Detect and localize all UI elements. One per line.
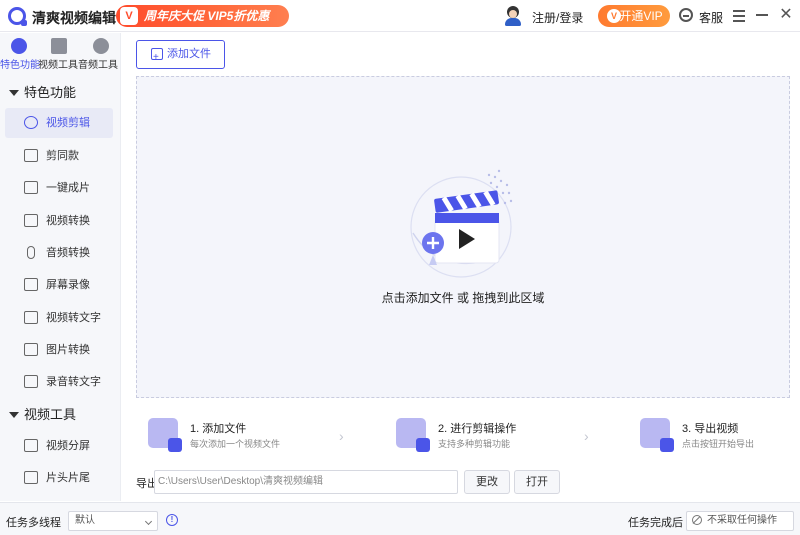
- sidebar-item-audio-convert[interactable]: 音频转换: [5, 238, 113, 268]
- sidebar-item-label: 屏幕录像: [46, 279, 90, 291]
- tab-featured[interactable]: 特色功能: [0, 33, 40, 73]
- login-link[interactable]: 注册/登录: [532, 9, 583, 26]
- chevron-down-icon: [144, 517, 153, 526]
- video-convert-icon: [24, 214, 38, 227]
- sidebar-item-video-convert[interactable]: 视频转换: [5, 206, 113, 236]
- sidebar-item-video-to-text[interactable]: 视频转文字: [5, 303, 113, 333]
- screen-record-icon: [24, 278, 38, 291]
- tab-audio-tools-label: 音频工具: [78, 60, 118, 71]
- app-logo-icon: [8, 7, 27, 26]
- export-step-icon: [640, 418, 674, 452]
- sidebar-item-label: 图片转换: [46, 344, 90, 356]
- sidebar-item-screen-record[interactable]: 屏幕录像: [5, 270, 113, 300]
- sidebar-item-split-screen[interactable]: 视频分屏: [5, 431, 113, 461]
- open-dir-button[interactable]: 打开: [514, 470, 560, 494]
- export-row: 导出目录 C:\Users\User\Desktop\清爽视频编辑 更改 打开: [136, 470, 790, 494]
- step-desc: 支持多种剪辑功能: [438, 439, 511, 449]
- after-task-label: 任务完成后: [628, 517, 683, 529]
- split-screen-icon: [24, 439, 38, 452]
- music-icon: [93, 38, 109, 54]
- sidebar-item-template[interactable]: 剪同款: [5, 141, 113, 171]
- step-desc: 每次添加一个视频文件: [190, 439, 281, 449]
- minimize-icon[interactable]: [751, 4, 773, 26]
- section-featured-title: 特色功能: [24, 85, 77, 100]
- intro-outro-icon: [24, 471, 38, 484]
- title-bar: 清爽视频编辑 V 周年庆大促 VIP5折优惠 注册/登录 V 开通VIP 客服 …: [0, 0, 800, 32]
- edit-step-icon: [396, 418, 430, 452]
- template-icon: [24, 149, 38, 162]
- after-task-value: 不采取任何操作: [707, 515, 777, 526]
- sidebar-item-auto-create[interactable]: 一键成片: [5, 173, 113, 203]
- vip-crown-icon: V: [607, 9, 621, 23]
- app-title: 清爽视频编辑: [32, 10, 116, 26]
- sidebar: 特色功能 视频工具 音频工具 特色功能 视频剪辑 剪同款 一键成片 视频转换 音…: [0, 33, 121, 501]
- add-file-label: 添加文件: [167, 48, 211, 60]
- section-video-tools-title: 视频工具: [24, 407, 77, 422]
- headset-icon[interactable]: [679, 8, 693, 22]
- caret-down-icon: [9, 90, 19, 96]
- section-video-tools[interactable]: 视频工具: [0, 403, 121, 427]
- tab-video-tools-label: 视频工具: [38, 60, 78, 71]
- chevron-right-icon: ›: [339, 428, 344, 444]
- threads-value: 默认: [75, 515, 95, 526]
- promo-label: 周年庆大促 VIP5折优惠: [144, 9, 270, 23]
- video-clapper-illustration: [410, 169, 513, 278]
- tab-audio-tools[interactable]: 音频工具: [78, 33, 118, 73]
- promo-banner[interactable]: V 周年庆大促 VIP5折优惠: [116, 5, 289, 27]
- close-icon[interactable]: ✕: [775, 4, 797, 26]
- step-desc: 点击按钮开始导出: [682, 439, 755, 449]
- customer-service-link[interactable]: 客服: [699, 9, 723, 26]
- export-path-field[interactable]: C:\Users\User\Desktop\清爽视频编辑: [154, 470, 458, 494]
- threads-label: 任务多线程: [6, 517, 61, 529]
- add-file-step-icon: [148, 418, 182, 452]
- video-to-text-icon: [24, 311, 38, 324]
- microphone-icon: [27, 246, 35, 259]
- avatar[interactable]: [504, 6, 522, 26]
- sidebar-item-label: 片头片尾: [46, 472, 90, 484]
- sidebar-item-label: 视频分屏: [46, 440, 90, 452]
- image-convert-icon: [24, 343, 38, 356]
- sidebar-item-label: 视频转文字: [46, 312, 101, 324]
- caret-down-icon: [9, 412, 19, 418]
- sidebar-item-video-edit[interactable]: 视频剪辑: [5, 108, 113, 138]
- ban-icon: [692, 515, 702, 525]
- add-file-button[interactable]: 添加文件: [136, 40, 225, 71]
- status-bar: 任务多线程 默认 ! 任务完成后 不采取任何操作: [0, 502, 800, 535]
- star-icon: [11, 38, 27, 54]
- steps-guide: 1. 添加文件 每次添加一个视频文件 › 2. 进行剪辑操作 支持多种剪辑功能 …: [136, 410, 790, 458]
- add-file-icon: [151, 44, 163, 71]
- auto-create-icon: [24, 181, 38, 194]
- step-title: 3. 导出视频: [682, 423, 739, 435]
- sidebar-item-label: 音频转换: [46, 247, 90, 259]
- section-featured[interactable]: 特色功能: [0, 81, 121, 105]
- film-icon: [51, 38, 67, 54]
- vip-label: 开通VIP: [619, 9, 663, 23]
- sidebar-item-label: 视频转换: [46, 215, 90, 227]
- threads-select[interactable]: 默认: [68, 511, 158, 531]
- drop-hint-text: 点击添加文件 或 拖拽到此区域: [381, 291, 545, 305]
- after-task-select[interactable]: 不采取任何操作: [686, 511, 794, 531]
- sidebar-item-label: 剪同款: [46, 150, 79, 162]
- sidebar-item-intro-outro[interactable]: 片头片尾: [5, 463, 113, 493]
- file-drop-zone[interactable]: 点击添加文件 或 拖拽到此区域: [136, 76, 790, 398]
- sidebar-item-label: 一键成片: [46, 182, 90, 194]
- sidebar-item-label: 视频剪辑: [46, 117, 90, 129]
- sidebar-item-audio-to-text[interactable]: 录音转文字: [5, 367, 113, 397]
- tab-video-tools[interactable]: 视频工具: [38, 33, 78, 73]
- audio-to-text-icon: [24, 375, 38, 388]
- sidebar-item-image-convert[interactable]: 图片转换: [5, 335, 113, 365]
- menu-icon[interactable]: [728, 4, 750, 26]
- category-tabs: 特色功能 视频工具 音频工具: [0, 33, 121, 73]
- open-vip-button[interactable]: V 开通VIP: [598, 5, 670, 27]
- promo-badge-icon: V: [120, 7, 138, 25]
- step-title: 1. 添加文件: [190, 423, 247, 435]
- sidebar-item-label: 录音转文字: [46, 376, 101, 388]
- info-icon[interactable]: !: [166, 514, 178, 526]
- chevron-right-icon: ›: [584, 428, 589, 444]
- change-dir-button[interactable]: 更改: [464, 470, 510, 494]
- step-title: 2. 进行剪辑操作: [438, 423, 517, 435]
- video-edit-icon: [24, 116, 38, 129]
